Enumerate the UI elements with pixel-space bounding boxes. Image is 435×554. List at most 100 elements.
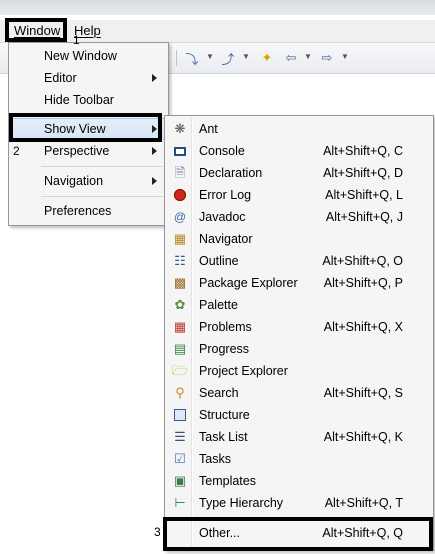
view-item-label: Navigator [199, 232, 253, 246]
view-item-shortcut: Alt+Shift+Q, Q [322, 526, 403, 540]
chevron-down-icon[interactable]: ▼ [341, 52, 349, 61]
view-item-project-explorer[interactable]: 🗁 Project Explorer [167, 360, 429, 382]
view-item-shortcut: Alt+Shift+Q, L [325, 188, 403, 202]
search-icon: ⚲ [175, 385, 185, 400]
problems-icon: ▦ [173, 319, 187, 334]
last-edit-location-icon[interactable]: ✦ [258, 49, 276, 67]
forward-icon[interactable]: ⇨ [318, 49, 336, 67]
view-item-label: Project Explorer [199, 364, 288, 378]
submenu-arrow-icon [152, 147, 157, 155]
view-item-label: Console [199, 144, 245, 158]
view-item-label: Type Hierarchy [199, 496, 284, 510]
view-item-ant[interactable]: ❋ Ant [167, 118, 429, 140]
view-item-templates[interactable]: ▣ Templates [167, 470, 429, 492]
view-item-label: Task List [199, 430, 248, 444]
view-item-label: Error Log [199, 188, 252, 202]
view-item-shortcut: Alt+Shift+Q, T [324, 496, 403, 510]
menu-item-label: Editor [44, 71, 77, 85]
toolbar-separator [176, 50, 177, 66]
navigator-icon: ▦ [173, 231, 187, 246]
step-number-2: 2 [13, 144, 20, 158]
type-hierarchy-icon: ⊢ [174, 495, 186, 510]
chevron-down-icon[interactable]: ▼ [304, 52, 312, 61]
menu-item-label: Hide Toolbar [44, 93, 114, 107]
view-item-shortcut: Alt+Shift+Q, X [323, 320, 403, 334]
view-item-declaration[interactable]: 🗎 Declaration Alt+Shift+Q, D [167, 162, 429, 184]
view-item-error-log[interactable]: Error Log Alt+Shift+Q, L [167, 184, 429, 206]
menu-item-label: Navigation [44, 174, 104, 188]
view-item-type-hierarchy[interactable]: ⊢ Type Hierarchy Alt+Shift+Q, T [167, 492, 429, 514]
window-menu: New Window Editor Hide Toolbar Show View… [8, 42, 169, 226]
view-item-search[interactable]: ⚲ Search Alt+Shift+Q, S [167, 382, 429, 404]
menu-item-label: New Window [44, 49, 117, 63]
menu-separator [41, 196, 163, 197]
view-item-tasks[interactable]: ☑ Tasks [167, 448, 429, 470]
step-number-3: 3 [154, 525, 161, 539]
view-item-task-list[interactable]: ☰ Task List Alt+Shift+Q, K [167, 426, 429, 448]
menu-window[interactable]: Window [14, 23, 60, 39]
chevron-down-icon[interactable]: ▼ [206, 52, 214, 61]
menu-item-hide-toolbar[interactable]: Hide Toolbar [10, 89, 167, 111]
menu-item-show-view[interactable]: Show View [10, 118, 167, 140]
step-number-1: 1 [73, 33, 80, 47]
view-item-label: Search [199, 386, 239, 400]
view-item-structure[interactable]: Structure [167, 404, 429, 426]
menu-item-perspective[interactable]: Perspective [10, 140, 167, 162]
view-item-label: Javadoc [199, 210, 246, 224]
view-item-shortcut: Alt+Shift+Q, C [323, 144, 403, 158]
view-item-console[interactable]: Console Alt+Shift+Q, C [167, 140, 429, 162]
back-icon[interactable]: ⇦ [282, 49, 300, 67]
view-item-shortcut: Alt+Shift+Q, S [323, 386, 403, 400]
templates-icon: ▣ [173, 473, 187, 488]
menu-item-preferences[interactable]: Preferences [10, 200, 167, 222]
menu-item-new-window[interactable]: New Window [10, 45, 167, 67]
view-item-label: Problems [199, 320, 252, 334]
view-item-label: Structure [199, 408, 250, 422]
menu-item-label: Perspective [44, 144, 110, 158]
view-item-label: Package Explorer [199, 276, 298, 290]
outline-icon: ☷ [174, 253, 186, 268]
console-icon [172, 143, 188, 159]
package-explorer-icon: ▩ [173, 275, 187, 290]
view-item-shortcut: Alt+Shift+Q, D [323, 166, 403, 180]
view-item-palette[interactable]: ✿ Palette [167, 294, 429, 316]
eclipse-window: Window Help ⤵ ▼ ⤴ ▼ ✦ ⇦ ▼ ⇨ ▼ New Window… [0, 0, 435, 554]
title-bar [0, 0, 435, 15]
view-item-shortcut: Alt+Shift+Q, P [323, 276, 403, 290]
menu-item-editor[interactable]: Editor [10, 67, 167, 89]
submenu-arrow-icon [152, 177, 157, 185]
view-item-label: Progress [199, 342, 250, 356]
ant-icon: ❋ [174, 121, 186, 136]
tasks-icon: ☑ [174, 451, 186, 466]
menu-item-label: Preferences [44, 204, 112, 218]
view-item-label: Outline [199, 254, 239, 268]
show-view-menu: ❋ Ant Console Alt+Shift+Q, C 🗎 Declarati… [164, 115, 434, 551]
declaration-icon: 🗎 [174, 165, 186, 180]
menu-separator [41, 166, 163, 167]
view-item-javadoc[interactable]: @ Javadoc Alt+Shift+Q, J [167, 206, 429, 228]
view-item-label: Ant [199, 122, 218, 136]
task-list-icon: ☰ [174, 429, 186, 444]
view-item-label: Palette [199, 298, 238, 312]
view-item-outline[interactable]: ☷ Outline Alt+Shift+Q, O [167, 250, 429, 272]
chevron-down-icon[interactable]: ▼ [242, 52, 250, 61]
view-item-progress[interactable]: ▤ Progress [167, 338, 429, 360]
view-item-shortcut: Alt+Shift+Q, K [323, 430, 403, 444]
menu-separator [41, 115, 163, 116]
menu-item-navigation[interactable]: Navigation [10, 170, 167, 192]
palette-icon: ✿ [174, 297, 186, 312]
progress-icon: ▤ [173, 341, 187, 356]
next-annotation-icon[interactable]: ⤵ [183, 49, 201, 67]
view-item-package-explorer[interactable]: ▩ Package Explorer Alt+Shift+Q, P [167, 272, 429, 294]
view-item-problems[interactable]: ▦ Problems Alt+Shift+Q, X [167, 316, 429, 338]
menu-item-label: Show View [44, 122, 106, 136]
view-item-navigator[interactable]: ▦ Navigator [167, 228, 429, 250]
submenu-arrow-icon [152, 74, 157, 82]
view-item-shortcut: Alt+Shift+Q, O [322, 254, 403, 268]
menu-bar: Window Help [0, 20, 435, 43]
structure-icon [172, 407, 188, 423]
previous-annotation-icon[interactable]: ⤴ [219, 49, 237, 67]
view-item-other[interactable]: Other... Alt+Shift+Q, Q [167, 522, 429, 544]
javadoc-icon: @ [173, 210, 187, 224]
project-explorer-icon: 🗁 [171, 363, 189, 378]
